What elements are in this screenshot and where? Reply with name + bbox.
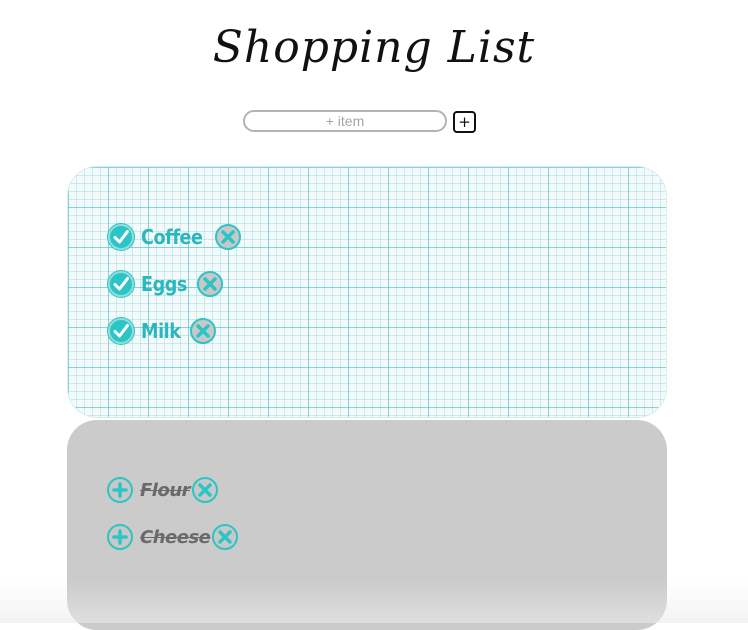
restore-button[interactable] bbox=[107, 477, 133, 503]
remove-button[interactable] bbox=[192, 477, 219, 503]
item-label: Coffee bbox=[141, 225, 203, 249]
plus-icon bbox=[112, 482, 128, 498]
x-icon bbox=[198, 483, 212, 497]
check-button[interactable] bbox=[108, 224, 134, 250]
completed-items-panel: Flour Cheese bbox=[67, 420, 667, 630]
add-item-button[interactable]: + bbox=[453, 111, 476, 133]
item-label: Cheese bbox=[140, 526, 211, 548]
remove-button[interactable] bbox=[197, 271, 224, 297]
check-icon bbox=[113, 230, 129, 244]
plus-icon bbox=[112, 529, 128, 545]
title-logo: Shopping List bbox=[213, 22, 535, 73]
x-icon bbox=[218, 530, 233, 544]
x-icon bbox=[203, 277, 217, 291]
remove-button[interactable] bbox=[212, 524, 239, 550]
page-title: Shopping List bbox=[213, 22, 535, 73]
app-title-area: Shopping List bbox=[0, 10, 748, 95]
add-item-form: + bbox=[0, 110, 748, 136]
check-button[interactable] bbox=[108, 318, 134, 344]
list-item: Flour bbox=[107, 475, 219, 505]
list-item: Milk bbox=[108, 316, 216, 346]
list-item: Coffee bbox=[108, 222, 241, 252]
item-input[interactable] bbox=[243, 110, 447, 132]
restore-button[interactable] bbox=[107, 524, 133, 550]
active-items-panel: Coffee Eggs Milk bbox=[67, 166, 667, 418]
list-item: Eggs bbox=[108, 269, 224, 299]
remove-button[interactable] bbox=[214, 224, 241, 250]
item-label: Eggs bbox=[141, 272, 187, 296]
x-icon bbox=[221, 230, 235, 244]
item-label: Flour bbox=[140, 479, 191, 501]
check-icon bbox=[113, 277, 129, 291]
check-button[interactable] bbox=[108, 271, 134, 297]
list-item: Cheese bbox=[107, 522, 239, 552]
x-icon bbox=[196, 324, 210, 338]
remove-button[interactable] bbox=[189, 318, 216, 344]
item-label: Milk bbox=[141, 319, 181, 343]
check-icon bbox=[113, 324, 129, 338]
